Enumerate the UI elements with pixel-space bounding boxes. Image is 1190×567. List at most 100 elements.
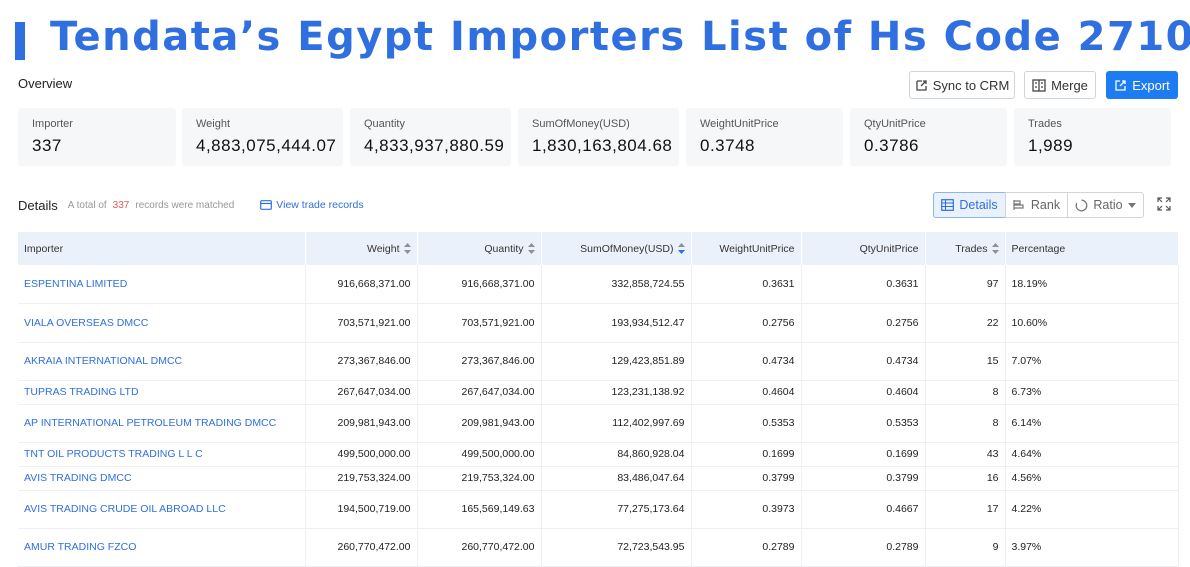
importer-link[interactable]: AVIS TRADING CRUDE OIL ABROAD LLC — [18, 490, 306, 529]
table-cell: 16 — [925, 466, 1006, 491]
table-header-row: Importer Weight Quantity SumOfMoney(USD)… — [18, 232, 1179, 265]
table-cell: 6.73% — [1005, 380, 1179, 405]
table-cell: 77,275,173.64 — [541, 490, 692, 529]
importer-link[interactable]: AVIS TRADING DMCC — [18, 466, 306, 491]
sort-desc-icon[interactable] — [677, 243, 685, 255]
card-icon — [260, 200, 273, 210]
total-prefix: A total of — [67, 199, 107, 211]
table-cell: 916,668,371.00 — [305, 265, 418, 304]
stat-label: Quantity — [364, 118, 405, 130]
table-cell: 0.3631 — [801, 265, 926, 304]
col-header-weight[interactable]: Weight — [305, 232, 418, 265]
stat-value: 337 — [32, 136, 62, 155]
table-cell: 0.3631 — [691, 265, 802, 304]
merge-button[interactable]: Merge — [1024, 71, 1096, 99]
overview-label: Overview — [18, 76, 73, 91]
table-row: TNT OIL PRODUCTS TRADING L L C 499,500,00… — [18, 442, 1179, 467]
table-cell: 4.56% — [1005, 466, 1179, 491]
table-cell: 703,571,921.00 — [417, 303, 542, 343]
importer-link[interactable]: TNT OIL PRODUCTS TRADING L L C — [18, 442, 306, 467]
stat-qty-unit-price: QtyUnitPrice 0.3786 — [850, 108, 1007, 166]
sort-icon[interactable] — [991, 243, 999, 255]
col-header-quantity[interactable]: Quantity — [417, 232, 542, 265]
table-cell: 9 — [925, 528, 1006, 567]
table-row: AP INTERNATIONAL PETROLEUM TRADING DMCC 2… — [18, 404, 1179, 443]
table-cell: 0.2756 — [691, 303, 802, 343]
table-cell: 193,934,512.47 — [541, 303, 692, 343]
view-trade-records-link[interactable]: View trade records — [260, 199, 364, 211]
table-cell: 0.5353 — [801, 404, 926, 443]
stat-value: 4,883,075,444.07 — [196, 136, 337, 155]
title-accent-bar — [15, 22, 25, 60]
table-cell: 0.1699 — [801, 442, 926, 467]
stat-quantity: Quantity 4,833,937,880.59 — [350, 108, 511, 166]
importer-link[interactable]: AP INTERNATIONAL PETROLEUM TRADING DMCC — [18, 404, 306, 443]
importer-link[interactable]: VIALA OVERSEAS DMCC — [18, 303, 306, 343]
stat-value: 0.3786 — [864, 136, 919, 155]
table-cell: 7.07% — [1005, 342, 1179, 381]
table-row: AVIS TRADING CRUDE OIL ABROAD LLC 194,500… — [18, 490, 1179, 529]
importer-link[interactable]: ESPENTINA LIMITED — [18, 265, 306, 304]
sync-label: Sync to CRM — [932, 77, 1010, 93]
table-cell: 0.4604 — [801, 380, 926, 405]
importer-link[interactable]: TUPRAS TRADING LTD — [18, 380, 306, 405]
stat-label: QtyUnitPrice — [864, 118, 926, 130]
fullscreen-icon[interactable] — [1157, 197, 1171, 216]
view-trade-records-label: View trade records — [276, 199, 364, 211]
ratio-icon — [1075, 199, 1088, 211]
table-cell: 267,647,034.00 — [305, 380, 418, 405]
details-header: Details A total of 337 records were matc… — [18, 195, 364, 215]
sort-icon[interactable] — [527, 243, 535, 255]
merge-label: Merge — [1051, 77, 1088, 93]
table-cell: 0.3799 — [801, 466, 926, 491]
total-suffix: records were matched — [135, 199, 235, 211]
export-label: Export — [1132, 77, 1170, 93]
importer-link[interactable]: AKRAIA INTERNATIONAL DMCC — [18, 342, 306, 381]
table-cell: 72,723,543.95 — [541, 528, 692, 567]
table-cell: 97 — [925, 265, 1006, 304]
table-cell: 209,981,943.00 — [417, 404, 542, 443]
stat-value: 4,833,937,880.59 — [364, 136, 505, 155]
sync-icon — [916, 79, 927, 91]
table-row: ESPENTINA LIMITED 916,668,371.00 916,668,3… — [18, 265, 1179, 304]
importer-link[interactable]: AMUR TRADING FZCO — [18, 528, 306, 567]
table-row: AVIS TRADING DMCC 219,753,324.00 219,753,3… — [18, 466, 1179, 491]
col-header-importer: Importer — [18, 232, 306, 265]
table-cell: 209,981,943.00 — [305, 404, 418, 443]
col-header-sum-of-money[interactable]: SumOfMoney(USD) — [541, 232, 692, 265]
table-cell: 219,753,324.00 — [417, 466, 542, 491]
table-cell: 17 — [925, 490, 1006, 529]
stat-label: SumOfMoney(USD) — [532, 118, 630, 130]
table-cell: 18.19% — [1005, 265, 1179, 304]
table-cell: 260,770,472.00 — [305, 528, 418, 567]
table-cell: 219,753,324.00 — [305, 466, 418, 491]
table-cell: 273,367,846.00 — [305, 342, 418, 381]
tab-rank[interactable]: Rank — [1005, 192, 1068, 218]
table-row: VIALA OVERSEAS DMCC 703,571,921.00 703,571… — [18, 303, 1179, 343]
export-button[interactable]: Export — [1106, 71, 1178, 99]
tab-details[interactable]: Details — [933, 192, 1006, 218]
sync-to-crm-button[interactable]: Sync to CRM — [909, 71, 1015, 99]
sort-icon[interactable] — [403, 243, 411, 255]
stat-label: Weight — [196, 118, 231, 130]
table-cell: 0.4604 — [691, 380, 802, 405]
table-cell: 499,500,000.00 — [417, 442, 542, 467]
tab-ratio[interactable]: Ratio — [1067, 192, 1144, 218]
col-header-trades[interactable]: Trades — [925, 232, 1006, 265]
tab-details-label: Details — [959, 198, 998, 212]
stat-importer: Importer 337 — [18, 108, 176, 166]
table-cell: 0.3799 — [691, 466, 802, 491]
table-cell: 4.64% — [1005, 442, 1179, 467]
tab-ratio-label: Ratio — [1093, 198, 1123, 212]
table-cell: 123,231,138.92 — [541, 380, 692, 405]
table-cell: 112,402,997.69 — [541, 404, 692, 443]
table-cell: 0.4734 — [691, 342, 802, 381]
table-cell: 0.5353 — [691, 404, 802, 443]
table-cell: 0.4667 — [801, 490, 926, 529]
table-cell: 3.97% — [1005, 528, 1179, 567]
table-cell: 4.22% — [1005, 490, 1179, 529]
table-cell: 0.4734 — [801, 342, 926, 381]
table-row: AKRAIA INTERNATIONAL DMCC 273,367,846.00 2… — [18, 342, 1179, 381]
stat-sum-of-money: SumOfMoney(USD) 1,830,163,804.68 — [518, 108, 679, 166]
table-cell: 43 — [925, 442, 1006, 467]
